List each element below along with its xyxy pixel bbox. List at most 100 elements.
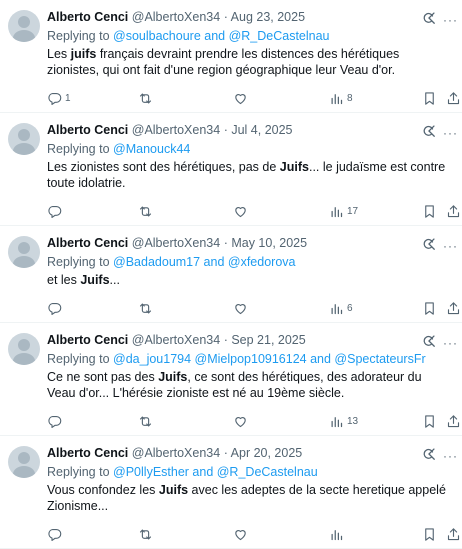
share-button[interactable] (446, 90, 461, 106)
heart-icon (235, 303, 246, 314)
author-name[interactable]: Alberto Cenci (47, 10, 128, 24)
tweet-actions: 13 (47, 407, 460, 435)
avatar[interactable] (8, 236, 40, 268)
bookmark-button[interactable] (422, 300, 437, 316)
more-icon[interactable]: ··· (443, 13, 458, 27)
like-button[interactable] (233, 300, 251, 316)
author-name[interactable]: Alberto Cenci (47, 333, 128, 347)
grok-icon[interactable] (422, 237, 436, 251)
more-icon[interactable]: ··· (443, 126, 458, 140)
author-handle[interactable]: @AlbertoXen34 (132, 10, 220, 24)
avatar[interactable] (8, 446, 40, 478)
tweet-date[interactable]: May 10, 2025 (231, 236, 307, 250)
bookmark-icon (425, 527, 434, 541)
bookmark-button[interactable] (422, 90, 437, 106)
replying-to: Replying to @da_jou1794 @Mielpop10916124… (47, 350, 452, 368)
like-button[interactable] (233, 203, 251, 219)
reply-icon (48, 302, 62, 315)
heart-icon (235, 416, 246, 427)
retweet-button[interactable] (138, 203, 156, 219)
more-icon[interactable]: ··· (443, 449, 458, 463)
share-button[interactable] (446, 413, 461, 429)
author-name[interactable]: Alberto Cenci (47, 446, 128, 460)
replying-to-prefix: Replying to (47, 142, 110, 156)
avatar[interactable] (8, 123, 40, 155)
views-icon (331, 416, 343, 427)
retweet-button[interactable] (138, 90, 156, 106)
share-button[interactable] (446, 526, 461, 542)
reply-icon (48, 205, 62, 218)
reply-button[interactable] (47, 526, 65, 542)
author-handle[interactable]: @AlbertoXen34 (132, 446, 220, 460)
retweet-button[interactable] (138, 526, 156, 542)
tweet-header: Alberto Cenci @AlbertoXen34 · Sep 21, 20… (47, 331, 452, 349)
author-handle[interactable]: @AlbertoXen34 (132, 333, 220, 347)
like-button[interactable] (233, 90, 251, 106)
highlighted-term: Juifs (279, 160, 309, 174)
bookmark-button[interactable] (422, 203, 437, 219)
reply-count: 1 (65, 92, 71, 104)
tweet[interactable]: ··· Alberto Cenci @AlbertoXen34 · May 10… (0, 226, 462, 323)
share-icon (447, 301, 460, 314)
reply-button[interactable] (47, 300, 65, 316)
grok-icon[interactable] (422, 334, 436, 348)
share-button[interactable] (446, 300, 461, 316)
replying-to-link[interactable]: @soulbachoure and @R_DeCastelnau (113, 29, 329, 43)
reply-icon (48, 528, 62, 541)
author-name[interactable]: Alberto Cenci (47, 236, 128, 250)
highlighted-term: Juifs (158, 483, 189, 497)
reply-button[interactable] (47, 413, 65, 429)
tweet-date[interactable]: Apr 20, 2025 (231, 446, 303, 460)
tweet-text-part: ... (109, 273, 120, 287)
like-button[interactable] (233, 526, 251, 542)
retweet-icon (139, 206, 152, 216)
replying-to-link[interactable]: @P0llyEsther and @R_DeCastelnau (113, 465, 318, 479)
tweet-text: Les zionistes sont des hérétiques, pas d… (47, 159, 452, 191)
replying-to: Replying to @Manouck44 (47, 140, 452, 158)
bookmark-icon (425, 91, 434, 105)
reply-button[interactable] (47, 203, 65, 219)
views-button[interactable]: 13 (329, 413, 358, 429)
tweet-date[interactable]: Sep 21, 2025 (231, 333, 305, 347)
views-count: 8 (347, 92, 353, 104)
replying-to-link[interactable]: @Badadoum17 and @xfedorova (113, 255, 295, 269)
grok-icon[interactable] (422, 11, 436, 25)
tweet[interactable]: ··· Alberto Cenci @AlbertoXen34 · Apr 20… (0, 436, 462, 549)
share-button[interactable] (446, 203, 461, 219)
heart-icon (235, 93, 246, 104)
grok-icon[interactable] (422, 447, 436, 461)
tweet[interactable]: ··· Alberto Cenci @AlbertoXen34 · Jul 4,… (0, 113, 462, 226)
views-button[interactable] (329, 526, 347, 542)
author-name[interactable]: Alberto Cenci (47, 123, 128, 137)
highlighted-term: Juifs (80, 273, 110, 287)
bookmark-button[interactable] (422, 526, 437, 542)
tweet[interactable]: ··· Alberto Cenci @AlbertoXen34 · Sep 21… (0, 323, 462, 436)
more-icon[interactable]: ··· (443, 239, 458, 253)
retweet-button[interactable] (138, 413, 156, 429)
author-handle[interactable]: @AlbertoXen34 (132, 123, 220, 137)
tweet-date[interactable]: Jul 4, 2025 (231, 123, 292, 137)
author-handle[interactable]: @AlbertoXen34 (132, 236, 220, 250)
views-button[interactable]: 6 (329, 300, 353, 316)
more-icon[interactable]: ··· (443, 336, 458, 350)
tweet-date[interactable]: Aug 23, 2025 (231, 10, 305, 24)
views-count: 13 (347, 415, 359, 427)
like-button[interactable] (233, 413, 251, 429)
views-button[interactable]: 8 (329, 90, 353, 106)
avatar[interactable] (8, 10, 40, 42)
bookmark-button[interactable] (422, 413, 437, 429)
views-button[interactable]: 17 (329, 203, 358, 219)
views-icon (331, 206, 343, 217)
reply-button[interactable]: 1 (47, 90, 71, 106)
tweet[interactable]: ··· Alberto Cenci @AlbertoXen34 · Aug 23… (0, 0, 462, 113)
replying-to-link[interactable]: @da_jou1794 @Mielpop10916124 and @Specta… (113, 352, 426, 366)
tweet-text: Ce ne sont pas des Juifs, ce sont des hé… (47, 369, 452, 401)
grok-icon[interactable] (422, 124, 436, 138)
views-count: 6 (347, 302, 353, 314)
reply-icon (48, 92, 62, 105)
retweet-button[interactable] (138, 300, 156, 316)
avatar[interactable] (8, 333, 40, 365)
replying-to-link[interactable]: @Manouck44 (113, 142, 190, 156)
tweet-text-part: et les (47, 273, 81, 287)
replying-to: Replying to @P0llyEsther and @R_DeCastel… (47, 463, 452, 481)
